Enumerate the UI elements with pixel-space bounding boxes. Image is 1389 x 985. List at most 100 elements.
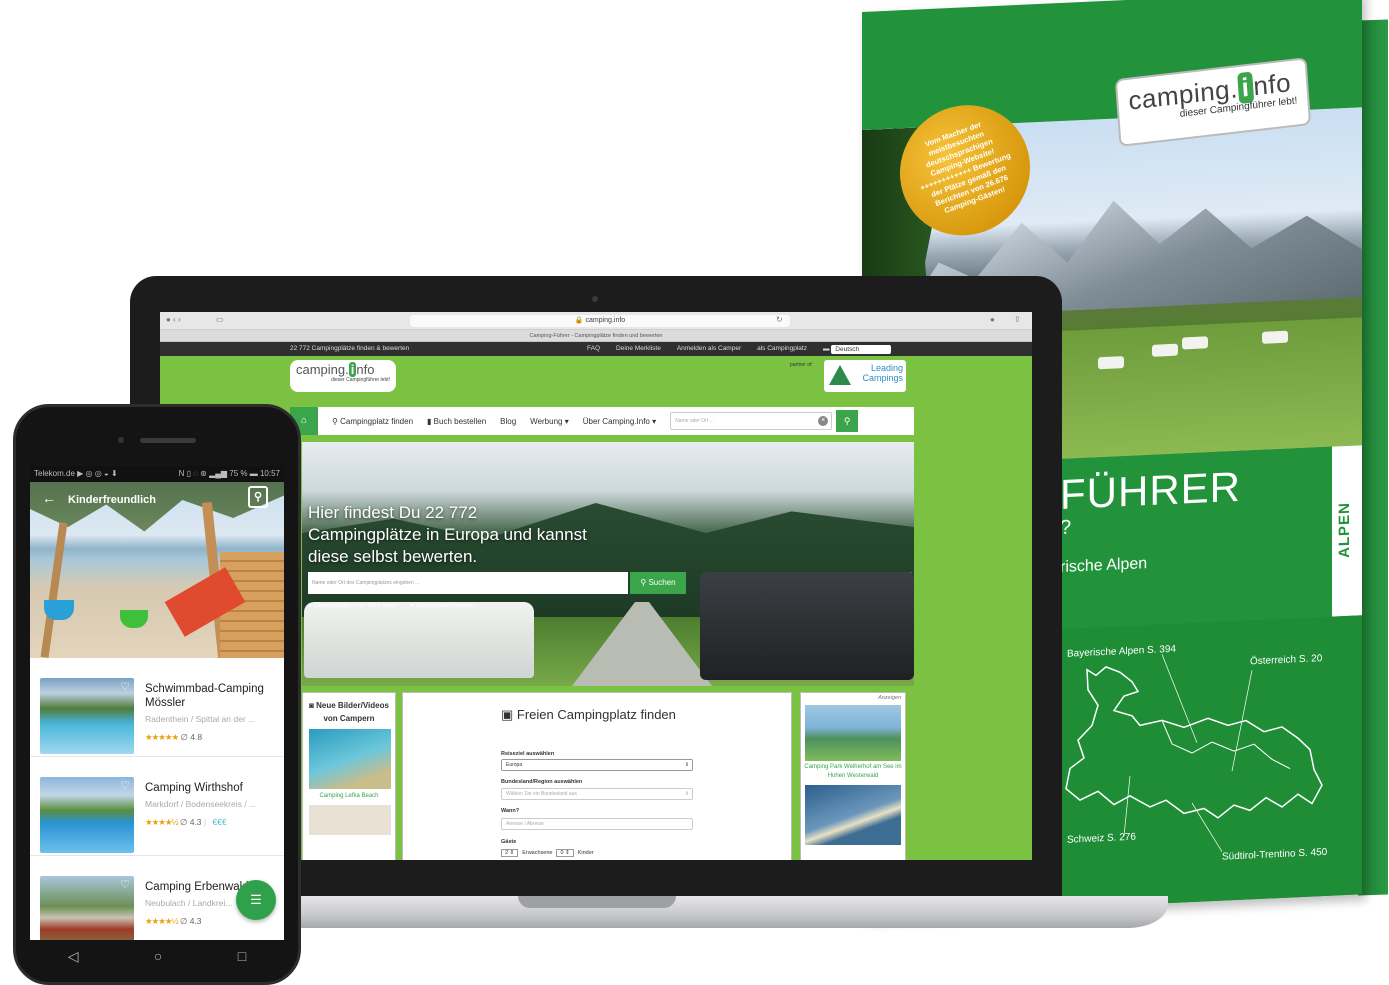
hero-search-button[interactable]: ⚲ Suchen: [630, 572, 686, 594]
travel-label: Reiseziel auswählen: [501, 751, 555, 757]
status-right: N ▯ ◌ ⊛ ▂▄▆ 75 % ▬ 10:57: [178, 469, 280, 478]
browser-tab[interactable]: Camping-Führer - Campingplätze finden un…: [160, 330, 1032, 342]
adults-label: Erwachsene: [522, 850, 553, 856]
ad-photo-coast[interactable]: [805, 785, 901, 845]
campsite-count: 22 772 Campingplätze finden & bewerten: [290, 345, 410, 352]
search-icon: ⚲: [843, 416, 851, 426]
hero-search-input[interactable]: Name oder Ort des Campingplatzes eingebe…: [308, 572, 628, 594]
ads-panel: Anzeigen Camping Park Weiherhof am See i…: [800, 692, 906, 860]
heart-icon[interactable]: ♡: [120, 680, 130, 693]
app-bar: ← Kinderfreundlich ⚲: [30, 482, 284, 518]
star-rating-icon: ★★★★★: [145, 732, 179, 742]
leading-campings-icon: [829, 365, 851, 385]
second-photo[interactable]: [309, 805, 391, 835]
campsite-name: Camping Wirthshof: [145, 782, 243, 794]
product-showcase: camping.info dieser Campingführer lebt! …: [0, 0, 1389, 985]
flag-icon: ▬: [822, 345, 832, 353]
calendar-icon: ▣: [501, 707, 517, 722]
nav-book[interactable]: ▮ Buch bestellen: [427, 417, 486, 426]
clear-icon[interactable]: ×: [818, 416, 829, 426]
nav-find[interactable]: ⚲ Campingplatz finden: [332, 417, 413, 426]
map-pin-icon[interactable]: ⚲: [248, 486, 268, 508]
leading-campings-logo[interactable]: Leading Campings: [824, 360, 906, 392]
hero-banner: Hier findest Du 22 772 Campingplätze in …: [302, 442, 914, 686]
search-icon: ⚲: [332, 416, 341, 426]
campsite-location: Markdorf / Bodenseekreis / ...: [145, 799, 257, 809]
site-logo[interactable]: camping. i nfo dieser Campingführer lebt!: [290, 360, 396, 392]
children-select[interactable]: 0 ⇕: [556, 849, 574, 857]
list-item[interactable]: ♡ Schwimmbad-Camping Mössler Radenthein …: [30, 658, 284, 757]
android-nav-bar: ◁ ○ □: [30, 942, 284, 970]
guests-label: Gäste: [501, 839, 517, 845]
nav-blog[interactable]: Blog: [500, 417, 516, 426]
phone-screen: Telekom.de ▶ ◎ ◎ ◒ ⬇ N ▯ ◌ ⊛ ▂▄▆ 75 % ▬ …: [30, 466, 284, 940]
date-input[interactable]: Anreise / Abreise: [501, 818, 693, 830]
star-rating-icon: ★★★★½: [145, 817, 179, 827]
download-icon[interactable]: ●: [990, 315, 995, 324]
heart-icon[interactable]: ♡: [120, 878, 130, 891]
campsite-rating: ★★★★½ ∅ 4.3: [145, 916, 202, 926]
window-controls[interactable]: ● ‹ ›: [166, 315, 181, 324]
reload-icon[interactable]: ↻: [776, 315, 783, 324]
ad-photo-lake[interactable]: [805, 705, 901, 761]
price-level: €€€: [212, 817, 227, 827]
sidebar-icon[interactable]: ▭: [216, 315, 224, 324]
top-link-login-campsite[interactable]: als Campingplatz: [757, 342, 807, 357]
campsite-name: Schwimmbad-Camping Mössler: [145, 683, 264, 709]
adults-select[interactable]: 2 ⇕: [501, 849, 519, 857]
filter-icon: ☰: [250, 892, 262, 907]
back-nav-icon[interactable]: ◁: [68, 948, 79, 965]
campsite-photo: ♡: [40, 678, 134, 754]
star-rating-icon: ★★★★½: [145, 916, 179, 926]
home-nav-icon[interactable]: ○: [154, 948, 162, 964]
top-link-faq[interactable]: FAQ: [587, 342, 600, 357]
partner-label: partner of:: [790, 362, 813, 368]
playground-photo: ← Kinderfreundlich ⚲: [30, 482, 284, 658]
beach-photo[interactable]: [309, 729, 391, 789]
nav-about[interactable]: Über Camping.Info ▾: [583, 417, 656, 426]
van-image: [700, 572, 914, 680]
status-bar: Telekom.de ▶ ◎ ◎ ◒ ⬇ N ▯ ◌ ⊛ ▂▄▆ 75 % ▬ …: [30, 466, 284, 482]
link-rate[interactable]: ★ Campingplatz bewerten: [409, 603, 473, 609]
nav-search-button[interactable]: ⚲: [836, 410, 859, 432]
phone-speaker: [140, 438, 196, 443]
travel-select[interactable]: Europa ⇕: [501, 759, 693, 771]
share-icon[interactable]: ⇧: [1014, 315, 1021, 324]
laptop-notch: [518, 896, 676, 908]
lock-icon: 🔒: [574, 317, 586, 324]
laptop-camera: [592, 296, 598, 302]
screen-title: Kinderfreundlich: [68, 494, 157, 506]
ad-caption[interactable]: Camping Park Weiherhof am See im Hohen W…: [801, 763, 905, 781]
language-select[interactable]: ▬ Deutsch: [822, 342, 892, 357]
heart-icon[interactable]: ♡: [120, 779, 130, 792]
recents-nav-icon[interactable]: □: [238, 948, 246, 964]
new-media-title: Neue Bilder/Videos von Campern: [316, 701, 389, 723]
motorhome-image: [304, 602, 534, 678]
link-nearby[interactable]: ➤ Campingplätze in der Nähe finden: [308, 603, 397, 609]
list-item[interactable]: ♡ Camping Wirthshof Markdorf / Bodenseek…: [30, 757, 284, 856]
nav-ads[interactable]: Werbung ▾: [530, 417, 569, 426]
nav-search-input[interactable]: Name oder Ort ... ×: [670, 412, 833, 430]
children-label: Kinder: [577, 850, 594, 856]
chevron-down-icon: ▾: [562, 416, 569, 426]
book-title: FÜHRER: [1060, 462, 1241, 519]
site-topbar: 22 772 Campingplätze finden & bewerten F…: [160, 342, 1032, 356]
address-bar[interactable]: 🔒 camping.info: [410, 315, 790, 327]
browser-toolbar: ● ‹ › ▭ 🔒 camping.info ↻ ● ⇧: [160, 312, 1032, 330]
availability-panel: ▣ Freien Campingplatz finden Reiseziel a…: [402, 692, 792, 860]
top-link-wishlist[interactable]: Deine Merkliste: [616, 342, 661, 357]
photo-caption[interactable]: Camping Lefka Beach: [303, 793, 395, 799]
back-arrow-icon[interactable]: ←: [42, 490, 56, 506]
campsite-rating: ★★★★★ ∅ 4.8: [145, 732, 203, 742]
main-nav: ⌂ ⚲ Campingplatz finden ▮ Buch bestellen…: [290, 407, 914, 435]
filter-button[interactable]: ☰: [236, 880, 276, 920]
site-header: camping. i nfo dieser Campingführer lebt! …: [160, 356, 1032, 397]
region-label: Bundesland/Region auswählen: [501, 779, 583, 785]
book-badge: ALPEN: [1332, 445, 1362, 617]
chevron-down-icon: ▾: [649, 416, 657, 426]
select-arrow-icon: ⇕: [684, 791, 689, 797]
region-select[interactable]: Wählen Sie ein Bundesland aus ⇕: [501, 788, 693, 800]
campsite-location: Neubulach / Landkrei...: [145, 898, 233, 908]
new-media-panel: ◙ Neue Bilder/Videos von Campern Camping…: [302, 692, 396, 860]
top-link-login-camper[interactable]: Anmelden als Camper: [677, 342, 741, 357]
